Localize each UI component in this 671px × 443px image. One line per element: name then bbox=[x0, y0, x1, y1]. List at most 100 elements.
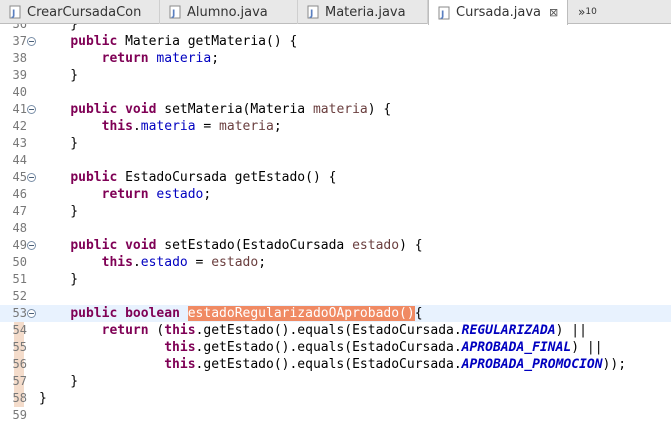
code-line[interactable]: 56 this.getEstado().equals(EstadoCursada… bbox=[0, 356, 671, 373]
keyword-token: public bbox=[70, 238, 118, 253]
line-number: 36 bbox=[12, 24, 27, 31]
line-number: 50 bbox=[12, 255, 27, 269]
code-text: } bbox=[39, 67, 78, 84]
code-line[interactable]: 52 bbox=[0, 288, 671, 305]
line-number: 56 bbox=[12, 357, 27, 371]
tab-materia-java[interactable]: J Materia.java bbox=[298, 0, 428, 24]
code-line[interactable]: 47 } bbox=[0, 203, 671, 220]
code-line[interactable]: 54 return (this.getEstado().equals(Estad… bbox=[0, 322, 671, 339]
line-number: 40 bbox=[12, 85, 27, 99]
code-line[interactable]: 58} bbox=[0, 390, 671, 407]
code-line[interactable]: 40 bbox=[0, 84, 671, 101]
keyword-token: public bbox=[70, 34, 118, 49]
editor-tab-bar: J CrearCursadaCon J Alumno.java J Materi… bbox=[0, 0, 671, 25]
code-line[interactable]: 44 bbox=[0, 152, 671, 169]
code-text: } bbox=[39, 135, 78, 152]
java-file-icon: J bbox=[8, 5, 22, 19]
code-token: } bbox=[39, 272, 79, 287]
line-number: 57 bbox=[12, 374, 27, 388]
code-line[interactable]: 39 } bbox=[0, 67, 671, 84]
code-text: return estado; bbox=[39, 186, 212, 203]
tab-crear-cursada-con[interactable]: J CrearCursadaCon bbox=[0, 0, 160, 24]
code-text: public Materia getMateria() { bbox=[39, 33, 297, 50]
code-line[interactable]: 36 } bbox=[0, 24, 671, 33]
fold-collapse-icon[interactable] bbox=[27, 37, 36, 46]
field-token: estado bbox=[140, 255, 188, 270]
tab-alumno-java[interactable]: J Alumno.java bbox=[160, 0, 298, 24]
code-line[interactable]: 51 } bbox=[0, 271, 671, 288]
line-number: 49 bbox=[12, 238, 27, 252]
code-line[interactable]: 42 this.materia = materia; bbox=[0, 118, 671, 135]
code-text: } bbox=[39, 203, 78, 220]
line-number: 55 bbox=[12, 340, 27, 354]
keyword-token: public bbox=[70, 102, 118, 117]
code-line[interactable]: 59 bbox=[0, 407, 671, 424]
line-number: 45 bbox=[12, 170, 27, 184]
line-number: 54 bbox=[12, 323, 27, 337]
code-line[interactable]: 41 public void setMateria(Materia materi… bbox=[0, 101, 671, 118]
code-line[interactable]: 48 bbox=[0, 220, 671, 237]
java-file-icon: J bbox=[168, 5, 182, 19]
code-token: ; bbox=[258, 255, 267, 270]
keyword-token: return bbox=[101, 51, 149, 66]
code-line[interactable]: 46 return estado; bbox=[0, 186, 671, 203]
code-text: public void setMateria(Materia materia) … bbox=[39, 101, 391, 118]
highlighted-method-name[interactable]: estadoRegularizadoOAprobado() bbox=[187, 306, 415, 321]
code-line[interactable]: 49 public void setEstado(EstadoCursada e… bbox=[0, 237, 671, 254]
fold-collapse-icon[interactable] bbox=[27, 241, 36, 250]
code-line[interactable]: 57 } bbox=[0, 373, 671, 390]
code-line[interactable]: 37 public Materia getMateria() { bbox=[0, 33, 671, 50]
constant-token: APROBADA_PROMOCION bbox=[461, 357, 603, 372]
code-text: this.estado = estado; bbox=[39, 254, 266, 271]
close-icon[interactable]: ⊠ bbox=[549, 6, 558, 19]
parameter-token: estado bbox=[211, 255, 259, 270]
code-text: } bbox=[39, 373, 78, 390]
parameter-token: materia bbox=[219, 119, 274, 134]
code-line[interactable]: 53 public boolean estadoRegularizadoOApr… bbox=[0, 305, 671, 322]
code-line[interactable]: 38 return materia; bbox=[0, 50, 671, 67]
code-line[interactable]: 43 } bbox=[0, 135, 671, 152]
fold-collapse-icon[interactable] bbox=[27, 173, 36, 182]
line-number: 51 bbox=[12, 272, 27, 286]
code-token: ; bbox=[203, 187, 212, 202]
java-file-icon: J bbox=[306, 5, 320, 19]
fold-collapse-icon[interactable] bbox=[27, 105, 36, 114]
code-text: return (this.getEstado().equals(EstadoCu… bbox=[39, 322, 587, 339]
tab-label: Alumno.java bbox=[187, 4, 268, 20]
chevron-right-icon: » bbox=[578, 5, 586, 19]
code-editor[interactable]: 36 } 37 public Materia getMateria() {38 r… bbox=[0, 24, 671, 443]
code-token: ; bbox=[211, 51, 220, 66]
code-line[interactable]: 50 this.estado = estado; bbox=[0, 254, 671, 271]
code-text: } bbox=[39, 390, 47, 407]
tab-cursada-java[interactable]: J Cursada.java ⊠ bbox=[428, 0, 568, 25]
keyword-token: this bbox=[164, 323, 196, 338]
code-token: . bbox=[132, 119, 141, 134]
keyword-token: this bbox=[101, 255, 133, 270]
keyword-token: return bbox=[101, 323, 149, 338]
code-line[interactable]: 55 this.getEstado().equals(EstadoCursada… bbox=[0, 339, 671, 356]
code-token: } bbox=[39, 204, 79, 219]
fold-collapse-icon[interactable] bbox=[27, 309, 36, 318]
code-token: ) { bbox=[399, 238, 423, 253]
line-number: 38 bbox=[12, 51, 27, 65]
keyword-token: void bbox=[125, 238, 157, 253]
tab-label: Cursada.java bbox=[456, 5, 541, 20]
svg-text:J: J bbox=[309, 9, 313, 19]
code-line[interactable]: 45 public EstadoCursada getEstado() { bbox=[0, 169, 671, 186]
code-token: .getEstado().equals(EstadoCursada. bbox=[195, 323, 462, 338]
tab-overflow-button[interactable]: » 10 bbox=[578, 0, 597, 24]
parameter-token: materia bbox=[312, 102, 368, 117]
code-text: this.materia = materia; bbox=[39, 118, 282, 135]
